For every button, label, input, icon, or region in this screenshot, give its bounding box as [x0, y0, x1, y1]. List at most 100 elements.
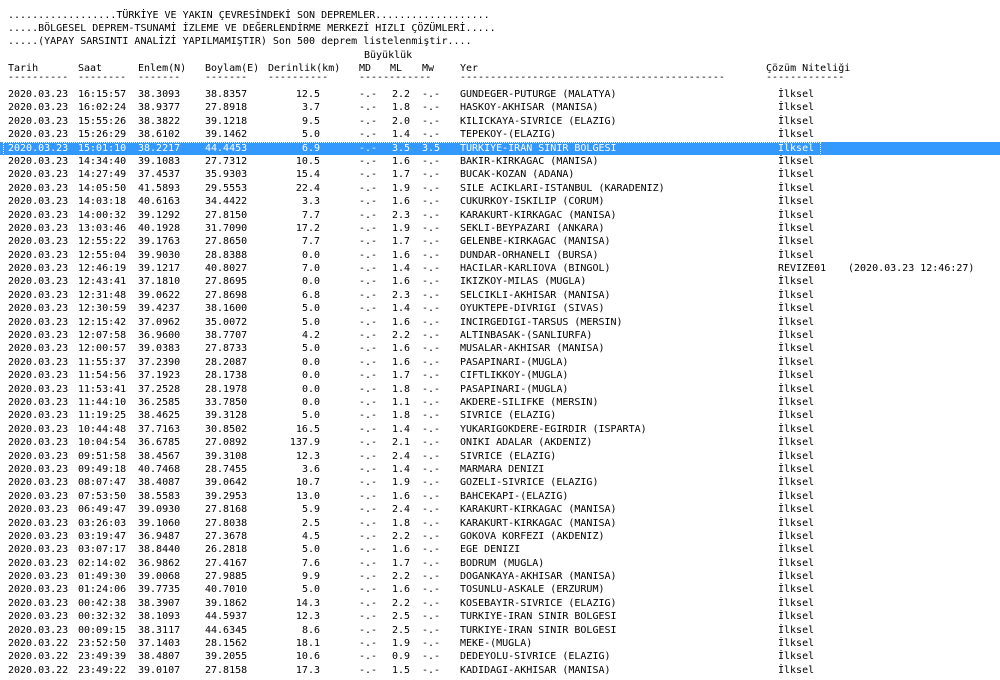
table-row[interactable]: 2020.03.23 03:26:03 39.1060 27.8038 2.5 -.- 1.… [0, 517, 1000, 530]
cell-ml: 2.4 [391, 504, 410, 516]
table-row[interactable]: 2020.03.23 12:46:19 39.1217 40.8027 7.0 -.- 1.… [0, 262, 1000, 275]
cell-solution-type: İlksel [778, 584, 815, 596]
cell-date: 2020.03.23 [8, 356, 69, 368]
cell-date: 2020.03.23 [8, 222, 69, 234]
header-separator: ---------- -------- ------- ------- ----… [0, 73, 1000, 83]
cell-depth: 5.0 [301, 343, 320, 355]
cell-time: 12:31:48 [78, 289, 127, 301]
cell-ml: 2.4 [391, 450, 410, 462]
table-row[interactable]: 2020.03.23 06:49:47 39.0930 27.8168 5.9 -.- 2.… [0, 503, 1000, 516]
table-row[interactable]: 2020.03.23 14:34:40 39.1083 27.7312 10.5 -.- 1… [0, 155, 1000, 168]
table-row[interactable]: 2020.03.23 12:55:04 39.9030 28.8388 0.0 -.- 1.… [0, 249, 1000, 262]
cell-depth: 7.6 [301, 557, 320, 569]
table-row[interactable]: 2020.03.23 02:14:02 36.9862 27.4167 7.6 -.- 1.… [0, 557, 1000, 570]
cell-mw: -.- [422, 383, 441, 395]
cell-longitude: 35.9303 [205, 169, 248, 181]
table-row[interactable]: 2020.03.23 09:51:58 38.4567 39.3108 12.3 -.- 2… [0, 450, 1000, 463]
table-row[interactable]: 2020.03.23 15:55:26 38.3822 39.1218 9.5 -.- 2.… [0, 115, 1000, 128]
cell-latitude: 39.1763 [138, 236, 181, 248]
cell-md: -.- [359, 182, 378, 194]
cell-mw: -.- [422, 477, 441, 489]
table-row[interactable]: 2020.03.23 12:43:41 37.1810 27.8695 0.0 -.- 1.… [0, 275, 1000, 288]
cell-depth: 16.5 [295, 423, 320, 435]
cell-mw: -.- [422, 423, 441, 435]
table-row[interactable]: 2020.03.23 11:53:41 37.2528 28.1978 0.0 -.- 1.… [0, 383, 1000, 396]
table-row[interactable]: 2020.03.23 10:44:48 37.7163 30.8502 16.5 -.- 1… [0, 423, 1000, 436]
table-row[interactable]: 2020.03.23 03:07:17 38.8440 26.2818 5.0 -.- 1.… [0, 543, 1000, 556]
table-row[interactable]: 2020.03.23 14:03:18 40.6163 34.4422 3.3 -.- 1.… [0, 195, 1000, 208]
cell-time: 12:30:59 [78, 303, 127, 315]
cell-solution-type: İlksel [778, 129, 815, 141]
cell-depth: 0.0 [301, 383, 320, 395]
table-row[interactable]: 2020.03.22 23:52:50 37.1403 28.1562 18.1 -.- 1… [0, 637, 1000, 650]
table-row[interactable]: 2020.03.23 11:44:10 36.2585 33.7850 0.0 -.- 1.… [0, 396, 1000, 409]
cell-ml: 1.8 [391, 383, 410, 395]
table-row[interactable]: 2020.03.23 00:32:32 38.1093 44.5937 12.3 -.- 2… [0, 610, 1000, 623]
cell-mw: -.- [422, 624, 441, 636]
cell-md: -.- [359, 142, 378, 154]
table-row[interactable]: 2020.03.23 08:07:47 38.4087 39.0642 10.7 -.- 1… [0, 476, 1000, 489]
cell-latitude: 37.4537 [138, 169, 181, 181]
cell-solution-type: İlksel [778, 169, 815, 181]
cell-md: -.- [359, 597, 378, 609]
cell-md: -.- [359, 370, 378, 382]
cell-location: GELENBE-KIRKAGAC (MANISA) [460, 236, 611, 248]
table-row[interactable]: 2020.03.23 01:49:30 39.0068 27.9885 9.9 -.- 2.… [0, 570, 1000, 583]
cell-longitude: 27.8650 [205, 236, 248, 248]
table-row[interactable]: 2020.03.23 12:00:57 39.0383 27.8733 5.0 -.- 1.… [0, 342, 1000, 355]
cell-mw: -.- [422, 155, 441, 167]
table-row[interactable]: 2020.03.23 11:54:56 37.1923 28.1738 0.0 -.- 1.… [0, 369, 1000, 382]
cell-latitude: 37.7163 [138, 423, 181, 435]
cell-latitude: 38.3093 [138, 89, 181, 100]
cell-date: 2020.03.23 [8, 263, 69, 275]
table-row[interactable]: 2020.03.23 11:19:25 38.4625 39.3128 5.0 -.- 1.… [0, 409, 1000, 422]
table-row[interactable]: 2020.03.23 15:01:10 38.2217 44.4453 6.9 -.- 3.… [0, 141, 1000, 156]
table-row[interactable]: 2020.03.23 12:55:22 39.1763 27.8650 7.7 -.- 1.… [0, 235, 1000, 248]
table-row[interactable]: 2020.03.23 16:02:24 38.9377 27.8918 3.7 -.- 1.… [0, 101, 1000, 114]
cell-location: YUKARIGOKDERE-EGIRDIR (ISPARTA) [460, 423, 647, 435]
table-row[interactable]: 2020.03.23 09:49:18 40.7468 28.7455 3.6 -.- 1.… [0, 463, 1000, 476]
cell-time: 08:07:47 [78, 477, 127, 489]
table-row[interactable]: 2020.03.23 14:00:32 39.1292 27.8150 7.7 -.- 2.… [0, 209, 1000, 222]
cell-latitude: 39.1083 [138, 155, 181, 167]
cell-date: 2020.03.23 [8, 276, 69, 288]
table-row[interactable]: 2020.03.23 11:55:37 37.2390 28.2087 0.0 -.- 1.… [0, 356, 1000, 369]
cell-location: AKDERE-SILIFKE (MERSIN) [460, 396, 599, 408]
cell-latitude: 38.3822 [138, 115, 181, 127]
cell-md: -.- [359, 102, 378, 114]
table-row[interactable]: 2020.03.23 14:05:50 41.5893 29.5553 22.4 -.- 1… [0, 182, 1000, 195]
table-row[interactable]: 2020.03.23 12:31:48 39.0622 27.8698 6.8 -.- 2.… [0, 289, 1000, 302]
table-row[interactable]: 2020.03.23 16:15:57 38.3093 38.8357 12.5 -.- 2… [0, 88, 1000, 101]
table-row[interactable]: 2020.03.23 03:19:47 36.9487 27.3678 4.5 -.- 2.… [0, 530, 1000, 543]
table-row[interactable]: 2020.03.22 23:49:39 38.4807 39.2055 10.6 -.- 0… [0, 650, 1000, 663]
cell-mw: -.- [422, 102, 441, 114]
cell-depth: 10.6 [295, 651, 320, 663]
table-row[interactable]: 2020.03.23 00:09:15 38.3117 44.6345 8.6 -.- 2.… [0, 624, 1000, 637]
table-row[interactable]: 2020.03.23 00:42:38 38.3907 39.1862 14.3 -.- 2… [0, 597, 1000, 610]
separator-depth: ---------- [268, 72, 329, 83]
cell-depth: 0.0 [301, 249, 320, 261]
cell-solution-type: İlksel [778, 530, 815, 542]
table-row[interactable]: 2020.03.23 12:15:42 37.0962 35.0072 5.0 -.- 1.… [0, 316, 1000, 329]
table-row[interactable]: 2020.03.23 12:07:58 36.9600 38.7707 4.2 -.- 2.… [0, 329, 1000, 342]
cell-solution-type: İlksel [778, 236, 815, 248]
cell-mw: -.- [422, 638, 441, 650]
cell-solution-type: REVIZE01 [778, 263, 827, 275]
cell-solution-type: İlksel [778, 477, 815, 489]
cell-mw: -.- [422, 209, 441, 221]
cell-solution-type: İlksel [778, 383, 815, 395]
table-row[interactable]: 2020.03.23 01:24:06 39.7735 40.7010 5.0 -.- 1.… [0, 583, 1000, 596]
table-row[interactable]: 2020.03.23 07:53:50 38.5583 39.2953 13.0 -.- 1… [0, 490, 1000, 503]
table-row[interactable]: 2020.03.23 14:27:49 37.4537 35.9303 15.4 -.- 1… [0, 168, 1000, 181]
cell-location: IKIZKOY-MILAS (MUGLA) [460, 276, 587, 288]
cell-mw: -.- [422, 490, 441, 502]
table-row[interactable]: 2020.03.23 13:03:46 40.1928 31.7090 17.2 -.- 1… [0, 222, 1000, 235]
cell-mw: -.- [422, 222, 441, 234]
cell-ml: 2.3 [391, 289, 410, 301]
cell-location: CIFTLIKKOY-(MUGLA) [460, 370, 569, 382]
table-row[interactable]: 2020.03.23 12:30:59 39.4237 38.1600 5.0 -.- 1.… [0, 302, 1000, 315]
cell-latitude: 39.0383 [138, 343, 181, 355]
table-row[interactable]: 2020.03.22 23:49:22 39.0107 27.8158 17.3 -.- 1… [0, 664, 1000, 677]
table-row[interactable]: 2020.03.23 15:26:29 38.6102 39.1462 5.0 -.- 1.… [0, 128, 1000, 141]
table-row[interactable]: 2020.03.23 10:04:54 36.6785 27.0892 137.9 -.-… [0, 436, 1000, 449]
